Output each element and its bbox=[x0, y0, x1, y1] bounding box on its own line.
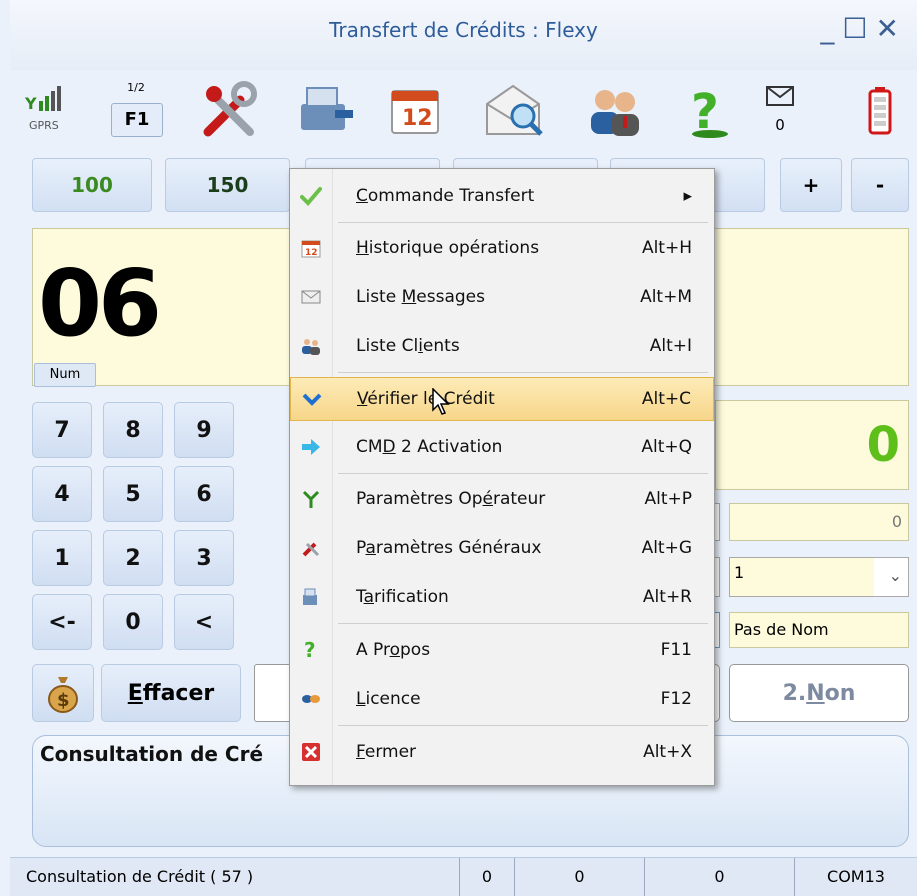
tools-icon[interactable] bbox=[190, 70, 270, 150]
users-icon[interactable] bbox=[575, 70, 655, 150]
window-title: Transfert de Crédits : Flexy bbox=[329, 18, 598, 42]
toolbar: Y GPRS 1/2 F1 12 ? 0 bbox=[10, 70, 917, 150]
amount-field[interactable]: 0 bbox=[729, 503, 909, 541]
cash-register-icon bbox=[300, 586, 322, 608]
arrow-right-icon bbox=[300, 436, 322, 458]
message-counter[interactable]: 0 bbox=[755, 70, 805, 150]
no-button[interactable]: 2. Non bbox=[729, 664, 909, 722]
menu-separator bbox=[338, 623, 708, 624]
amount-150-button[interactable]: 150 bbox=[165, 158, 290, 212]
help-icon: ? bbox=[300, 639, 322, 661]
client-name-field[interactable]: Pas de Nom bbox=[729, 612, 909, 648]
window-controls: _☐✕ bbox=[820, 12, 907, 45]
menu-separator bbox=[338, 473, 708, 474]
key-backspace[interactable]: < bbox=[174, 594, 234, 650]
signal-indicator: Y GPRS bbox=[22, 70, 72, 150]
svg-text:?: ? bbox=[304, 639, 316, 661]
svg-text:Y: Y bbox=[25, 94, 37, 113]
check-icon bbox=[300, 185, 322, 207]
key-6[interactable]: 6 bbox=[174, 466, 234, 522]
minus-button[interactable]: - bbox=[851, 158, 909, 212]
status-bar: Consultation de Crédit ( 57 ) 0 0 0 COM1… bbox=[10, 857, 917, 896]
status-count-3: 0 bbox=[645, 858, 795, 896]
menu-item-historique[interactable]: 12 Historique opérations Alt+H bbox=[290, 227, 714, 271]
menu-separator bbox=[338, 222, 708, 223]
menu-item-parametres-operateur[interactable]: Paramètres Opérateur Alt+P bbox=[290, 478, 714, 522]
key-8[interactable]: 8 bbox=[103, 402, 163, 458]
battery-icon bbox=[855, 70, 905, 150]
help-icon[interactable]: ? bbox=[675, 70, 745, 150]
close-icon bbox=[300, 741, 322, 763]
svg-text:12: 12 bbox=[305, 248, 318, 258]
chevron-down-icon: ⌄ bbox=[888, 566, 902, 585]
sim-select[interactable]: 1 ⌄ bbox=[729, 557, 909, 597]
key-2[interactable]: 2 bbox=[103, 530, 163, 586]
status-count-1: 0 bbox=[460, 858, 515, 896]
num-mode-tag[interactable]: Num bbox=[34, 363, 96, 387]
menu-item-verifier-credit[interactable]: Vérifier le Crédit Alt+C bbox=[290, 377, 714, 421]
key-7[interactable]: 7 bbox=[32, 402, 92, 458]
cash-register-icon[interactable] bbox=[285, 70, 365, 150]
svg-text:12: 12 bbox=[402, 106, 433, 131]
menu-item-a-propos[interactable]: ? A Propos F11 bbox=[290, 629, 714, 673]
f1-button[interactable]: 1/2 F1 bbox=[105, 70, 167, 150]
f1-page: 1/2 bbox=[127, 81, 145, 94]
f1-label: F1 bbox=[111, 103, 163, 137]
chevron-down-icon bbox=[301, 388, 323, 410]
mouse-cursor-icon bbox=[432, 388, 450, 415]
menu-item-parametres-generaux[interactable]: Paramètres Généraux Alt+G bbox=[290, 527, 714, 571]
maximize-button[interactable]: ☐ bbox=[842, 12, 875, 45]
envelope-icon bbox=[766, 86, 794, 106]
tools-icon bbox=[300, 537, 322, 559]
sim-select-value: 1 bbox=[730, 558, 874, 596]
svg-text:$: $ bbox=[57, 690, 70, 711]
minimize-button[interactable]: _ bbox=[820, 12, 842, 45]
key-0[interactable]: 0 bbox=[103, 594, 163, 650]
submenu-arrow-icon: ▸ bbox=[683, 186, 692, 206]
calendar-icon[interactable]: 12 bbox=[380, 70, 450, 150]
menu-item-fermer[interactable]: Fermer Alt+X bbox=[290, 731, 714, 775]
menu-item-liste-clients[interactable]: Liste Clients Alt+I bbox=[290, 325, 714, 369]
credit-amount: 0 bbox=[715, 400, 909, 490]
key-1[interactable]: 1 bbox=[32, 530, 92, 586]
menu-item-commande-transfert[interactable]: Commande Transfert ▸ bbox=[290, 175, 714, 219]
hidden-action-button[interactable] bbox=[254, 664, 294, 722]
title-bar: Transfert de Crédits : Flexy _☐✕ bbox=[10, 0, 917, 71]
close-window-button[interactable]: ✕ bbox=[876, 12, 907, 45]
menu-item-liste-messages[interactable]: Liste Messages Alt+M bbox=[290, 276, 714, 320]
menu-item-cmd-activation[interactable]: CMD 2 Activation Alt+Q bbox=[290, 426, 714, 470]
context-menu: Commande Transfert ▸ 12 Historique opéra… bbox=[289, 168, 715, 786]
dialed-number: 06 bbox=[38, 250, 162, 357]
users-icon bbox=[300, 335, 322, 357]
status-port: COM13 bbox=[827, 867, 885, 886]
mail-search-icon[interactable] bbox=[475, 70, 555, 150]
gprs-label: GPRS bbox=[29, 119, 59, 132]
calendar-icon: 12 bbox=[300, 237, 322, 259]
money-bag-icon: $ bbox=[48, 677, 78, 713]
handshake-icon bbox=[300, 688, 322, 710]
key-5[interactable]: 5 bbox=[103, 466, 163, 522]
plus-button[interactable]: + bbox=[780, 158, 842, 212]
message-count: 0 bbox=[775, 116, 785, 134]
menu-item-tarification[interactable]: Tarification Alt+R bbox=[290, 576, 714, 620]
menu-separator bbox=[338, 372, 708, 373]
consultation-title: Consultation de Cré bbox=[40, 742, 264, 766]
amount-100-button[interactable]: 100 bbox=[32, 158, 152, 212]
menu-item-licence[interactable]: Licence F12 bbox=[290, 678, 714, 722]
envelope-icon bbox=[300, 286, 322, 308]
clear-button[interactable]: Effacer bbox=[101, 664, 241, 722]
key-9[interactable]: 9 bbox=[174, 402, 234, 458]
key-backspace-all[interactable]: <- bbox=[32, 594, 92, 650]
status-message: Consultation de Crédit ( 57 ) bbox=[10, 858, 460, 896]
signal-icon: Y GPRS bbox=[25, 86, 61, 132]
menu-separator bbox=[338, 725, 708, 726]
status-count-2: 0 bbox=[515, 858, 645, 896]
antenna-icon bbox=[300, 488, 322, 510]
key-4[interactable]: 4 bbox=[32, 466, 92, 522]
money-bag-button[interactable]: $ bbox=[32, 664, 94, 722]
key-3[interactable]: 3 bbox=[174, 530, 234, 586]
